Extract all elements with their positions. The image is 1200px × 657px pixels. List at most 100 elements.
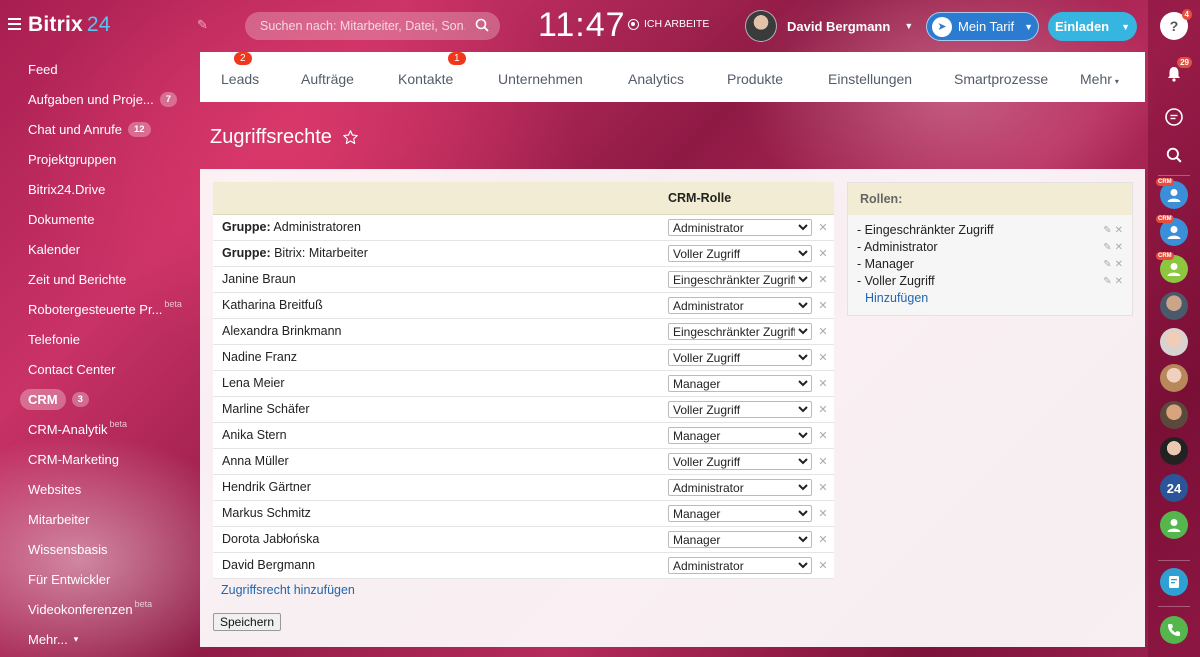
role-select[interactable]: AdministratorVoller ZugriffEingeschränkt…: [668, 374, 812, 392]
role-select[interactable]: AdministratorVoller ZugriffEingeschränkt…: [668, 504, 812, 522]
close-icon[interactable]: ✕: [812, 396, 834, 423]
tab-unternehmen[interactable]: Unternehmen: [498, 71, 583, 87]
role-item[interactable]: - Administrator ✎✕: [857, 240, 1132, 257]
tab-produkte[interactable]: Produkte: [727, 71, 783, 87]
chat-button[interactable]: [1160, 103, 1188, 131]
user-avatar-green[interactable]: [1160, 511, 1188, 539]
pencil-icon[interactable]: ✎: [1103, 259, 1114, 270]
close-icon[interactable]: ✕: [812, 214, 834, 241]
sidebar-item-websites[interactable]: Websites: [0, 474, 200, 504]
role-select[interactable]: AdministratorVoller ZugriffEingeschränkt…: [668, 426, 812, 444]
sidebar-item-chat-und-anrufe[interactable]: Chat und Anrufe 12: [0, 114, 200, 144]
close-icon[interactable]: ✕: [812, 240, 834, 267]
tab-einstellungen[interactable]: Einstellungen: [828, 71, 912, 87]
role-select[interactable]: AdministratorVoller ZugriffEingeschränkt…: [668, 348, 812, 366]
role-select[interactable]: AdministratorVoller ZugriffEingeschränkt…: [668, 452, 812, 470]
sidebar-item-feed[interactable]: Feed: [0, 54, 200, 84]
close-icon[interactable]: ✕: [812, 318, 834, 345]
avatar[interactable]: [1160, 401, 1188, 429]
tab-kontakte[interactable]: Kontakte 1: [398, 52, 466, 87]
tab-aufträge[interactable]: Aufträge: [301, 71, 354, 87]
sidebar-item-crm-analytik[interactable]: CRM-Analytik beta: [0, 414, 200, 444]
sidebar-item-für-entwickler[interactable]: Für Entwickler: [0, 564, 200, 594]
crm-contact-2[interactable]: CRM: [1156, 215, 1188, 246]
tab-analytics[interactable]: Analytics: [628, 71, 684, 87]
role-select[interactable]: AdministratorVoller ZugriffEingeschränkt…: [668, 218, 812, 236]
close-icon[interactable]: ✕: [812, 422, 834, 449]
logo[interactable]: Bitrix 24: [28, 13, 111, 37]
search-icon[interactable]: [475, 18, 489, 32]
role-item[interactable]: - Voller Zugriff ✎✕: [857, 274, 1132, 291]
call-button[interactable]: [1160, 616, 1188, 644]
role-select[interactable]: AdministratorVoller ZugriffEingeschränkt…: [668, 556, 812, 574]
sidebar-item-projektgruppen[interactable]: Projektgruppen: [0, 144, 200, 174]
close-icon[interactable]: ✕: [812, 448, 834, 475]
avatar[interactable]: [1160, 364, 1188, 392]
bitrix24-chat-avatar[interactable]: 24: [1160, 474, 1188, 502]
clock-time[interactable]: 11:47: [538, 6, 626, 45]
avatar[interactable]: [1160, 328, 1188, 356]
role-select[interactable]: AdministratorVoller ZugriffEingeschränkt…: [668, 478, 812, 496]
close-icon[interactable]: ✕: [812, 266, 834, 293]
role-item[interactable]: - Manager ✎✕: [857, 257, 1132, 274]
close-icon[interactable]: ✕: [1115, 259, 1126, 270]
sidebar-item-videokonferenzen[interactable]: Videokonferenzen beta: [0, 594, 200, 624]
open-lines-button[interactable]: [1160, 568, 1188, 596]
sidebar-item-wissensbasis[interactable]: Wissensbasis: [0, 534, 200, 564]
tab-label: Leads: [221, 71, 260, 87]
pencil-icon[interactable]: ✎: [1103, 225, 1114, 236]
pencil-icon[interactable]: ✎: [1103, 276, 1114, 287]
help-button[interactable]: ? 4: [1160, 9, 1192, 40]
sidebar-item-bitrix24-drive[interactable]: Bitrix24.Drive: [0, 174, 200, 204]
sidebar-item-kalender[interactable]: Kalender: [0, 234, 200, 264]
tarif-button[interactable]: ➤ Mein Tarif ▼: [926, 12, 1039, 41]
sidebar-item-crm[interactable]: CRM 3: [0, 384, 200, 414]
sidebar-item-contact-center[interactable]: Contact Center: [0, 354, 200, 384]
sidebar-item-aufgaben-und-proje[interactable]: Aufgaben und Proje... 7: [0, 84, 200, 114]
close-icon[interactable]: ✕: [1115, 242, 1126, 253]
star-icon[interactable]: [342, 129, 359, 146]
role-select[interactable]: AdministratorVoller ZugriffEingeschränkt…: [668, 530, 812, 548]
crm-contact-3[interactable]: CRM: [1156, 252, 1188, 283]
notifications-button[interactable]: 29: [1160, 57, 1192, 88]
close-icon[interactable]: ✕: [812, 552, 834, 579]
role-item[interactable]: - Eingeschränkter Zugriff ✎✕: [857, 223, 1132, 240]
role-select[interactable]: AdministratorVoller ZugriffEingeschränkt…: [668, 322, 812, 340]
menu-icon[interactable]: [8, 18, 21, 30]
edit-pencil-icon[interactable]: ✎: [197, 17, 208, 33]
role-select[interactable]: AdministratorVoller ZugriffEingeschränkt…: [668, 296, 812, 314]
sidebar-item-mehr[interactable]: Mehr... ▾: [0, 624, 200, 654]
sidebar-item-mitarbeiter[interactable]: Mitarbeiter: [0, 504, 200, 534]
user-menu[interactable]: David Bergmann ▼: [745, 10, 913, 42]
role-select[interactable]: AdministratorVoller ZugriffEingeschränkt…: [668, 244, 812, 262]
pencil-icon[interactable]: ✎: [1103, 242, 1114, 253]
sidebar-item-telefonie[interactable]: Telefonie: [0, 324, 200, 354]
avatar[interactable]: [1160, 292, 1188, 320]
close-icon[interactable]: ✕: [1115, 225, 1126, 236]
save-button[interactable]: Speichern: [213, 613, 282, 631]
sidebar-item-crm-marketing[interactable]: CRM-Marketing: [0, 444, 200, 474]
search-input[interactable]: [260, 19, 465, 33]
close-icon[interactable]: ✕: [812, 292, 834, 319]
work-status[interactable]: ICH ARBEITE: [628, 18, 709, 30]
tab-leads[interactable]: Leads 2: [221, 52, 260, 87]
tab-mehr[interactable]: Mehr ▾: [1080, 71, 1119, 87]
sidebar-item-robotergesteuerte-pr[interactable]: Robotergesteuerte Pr... beta: [0, 294, 200, 324]
close-icon[interactable]: ✕: [812, 344, 834, 371]
role-select[interactable]: AdministratorVoller ZugriffEingeschränkt…: [668, 270, 812, 288]
close-icon[interactable]: ✕: [812, 526, 834, 553]
sidebar-item-zeit-und-berichte[interactable]: Zeit und Berichte: [0, 264, 200, 294]
tab-smartprozesse[interactable]: Smartprozesse: [954, 71, 1048, 87]
close-icon[interactable]: ✕: [812, 500, 834, 527]
add-access-right-link[interactable]: Zugriffsrecht hinzufügen: [221, 583, 355, 597]
invite-button[interactable]: Einladen ▼: [1048, 12, 1137, 41]
role-select[interactable]: AdministratorVoller ZugriffEingeschränkt…: [668, 400, 812, 418]
close-icon[interactable]: ✕: [1115, 276, 1126, 287]
sidebar-item-dokumente[interactable]: Dokumente: [0, 204, 200, 234]
avatar[interactable]: [1160, 437, 1188, 465]
close-icon[interactable]: ✕: [812, 474, 834, 501]
search-button[interactable]: [1160, 141, 1188, 169]
add-role-link[interactable]: Hinzufügen: [857, 291, 1132, 305]
crm-contact-1[interactable]: CRM: [1156, 178, 1188, 209]
close-icon[interactable]: ✕: [812, 370, 834, 397]
